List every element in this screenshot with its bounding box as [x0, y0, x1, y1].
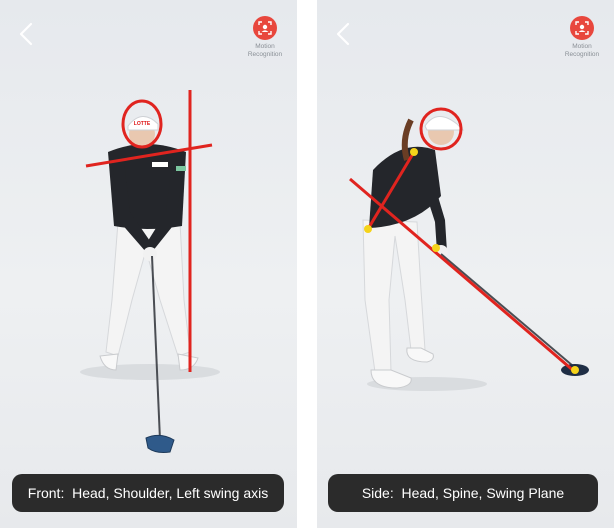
back-chevron-icon — [336, 22, 350, 46]
hands-marker — [432, 244, 440, 252]
motion-recognition-button-side[interactable]: Motion Recognition — [556, 16, 608, 59]
spine-top-marker — [410, 148, 418, 156]
back-button[interactable] — [14, 20, 40, 48]
front-view-panel: LOTTE Motion Recognition Front: Head, Sh… — [0, 0, 297, 528]
side-view-panel: Motion Recognition Side: Head, Spine, Sw… — [317, 0, 614, 528]
motion-recognition-button[interactable]: Motion Recognition — [239, 16, 291, 59]
camera-scan-icon — [253, 16, 277, 40]
golfer-side-figure — [349, 107, 589, 391]
spine-bottom-marker — [364, 225, 372, 233]
front-caption: Front: Head, Shoulder, Left swing axis — [12, 474, 284, 512]
side-caption: Side: Head, Spine, Swing Plane — [328, 474, 598, 512]
club-head-marker — [571, 366, 579, 374]
motion-recognition-label: Motion Recognition — [564, 43, 600, 58]
back-chevron-icon — [19, 22, 33, 46]
golfer-front-figure: LOTTE — [80, 90, 220, 453]
cap-logo: LOTTE — [134, 121, 151, 127]
back-button-side[interactable] — [331, 20, 357, 48]
camera-scan-icon — [570, 16, 594, 40]
motion-recognition-label: Motion Recognition — [247, 43, 283, 58]
